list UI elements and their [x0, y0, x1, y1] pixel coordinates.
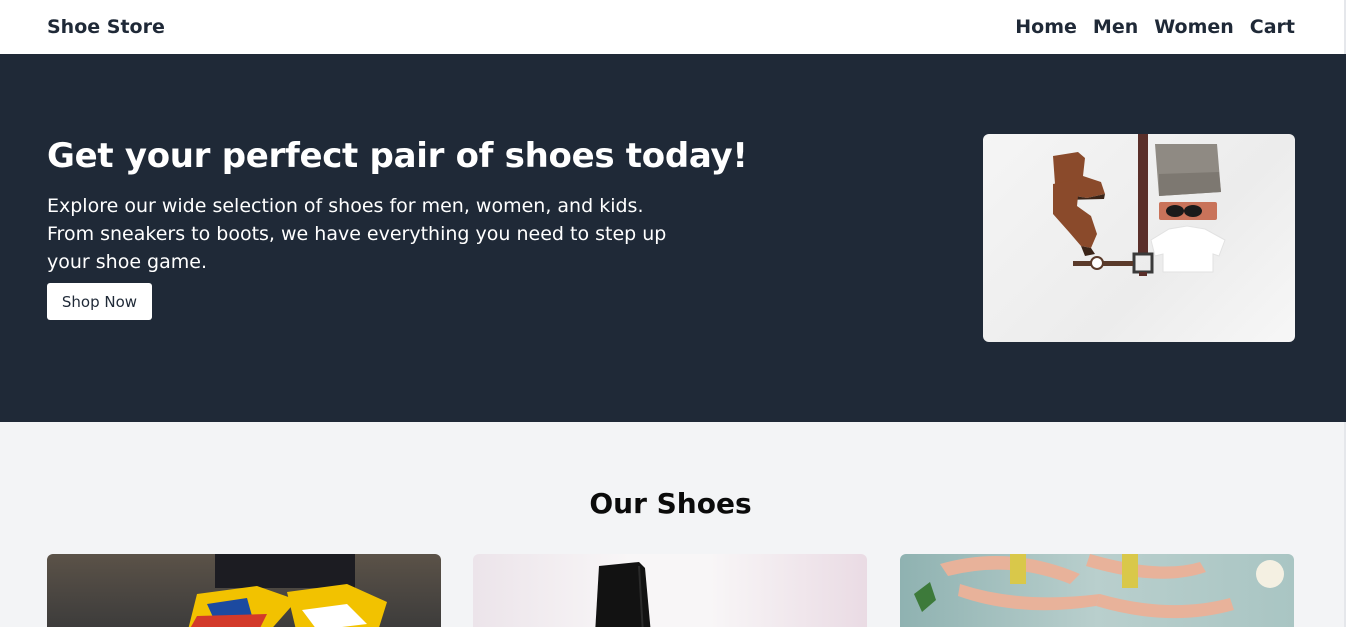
shop-now-button[interactable]: Shop Now: [47, 283, 152, 320]
brand-logo[interactable]: Shoe Store: [47, 16, 165, 38]
section-title: Our Shoes: [589, 487, 752, 520]
product-card-sandals[interactable]: [900, 554, 1294, 627]
hero-description: Explore our wide selection of shoes for …: [47, 195, 667, 273]
product-card-boot[interactable]: [473, 554, 867, 627]
black-boot-icon: [595, 562, 651, 627]
sneakers-icon: [188, 554, 387, 627]
hero-image: [983, 134, 1295, 342]
nav-link-home[interactable]: Home: [1015, 16, 1077, 38]
hero-section: Get your perfect pair of shoes today! Ex…: [0, 54, 1346, 422]
nav-link-women[interactable]: Women: [1154, 16, 1234, 38]
nav-link-cart[interactable]: Cart: [1250, 16, 1295, 38]
nav-links: Home Men Women Cart: [1015, 16, 1295, 38]
nav-link-men[interactable]: Men: [1093, 16, 1138, 38]
flat-lay-outfit-icon: [1053, 134, 1226, 276]
sandals-icon: [914, 554, 1284, 619]
navbar: Shoe Store Home Men Women Cart: [0, 0, 1346, 54]
hero-title: Get your perfect pair of shoes today!: [47, 136, 748, 176]
product-card-sneakers[interactable]: [47, 554, 441, 627]
